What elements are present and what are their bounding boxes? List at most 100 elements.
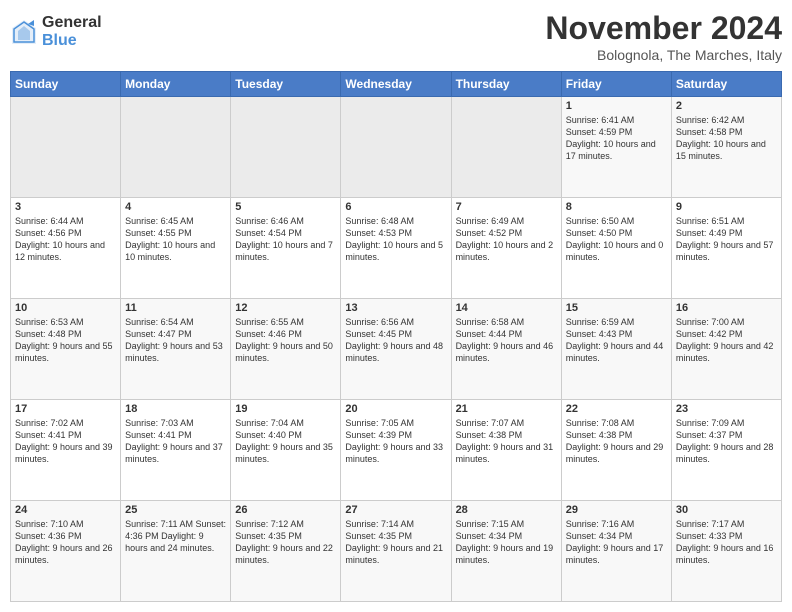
day-number: 19 (235, 403, 336, 415)
calendar-week-2: 10Sunrise: 6:53 AM Sunset: 4:48 PM Dayli… (11, 299, 782, 400)
calendar-cell-4-4: 28Sunrise: 7:15 AM Sunset: 4:34 PM Dayli… (451, 501, 561, 602)
day-info: Sunrise: 7:17 AM Sunset: 4:33 PM Dayligh… (676, 518, 777, 567)
calendar-cell-3-1: 18Sunrise: 7:03 AM Sunset: 4:41 PM Dayli… (121, 400, 231, 501)
calendar-cell-3-5: 22Sunrise: 7:08 AM Sunset: 4:38 PM Dayli… (561, 400, 671, 501)
day-info: Sunrise: 6:50 AM Sunset: 4:50 PM Dayligh… (566, 215, 667, 264)
day-number: 23 (676, 403, 777, 415)
day-number: 13 (345, 302, 446, 314)
day-info: Sunrise: 7:00 AM Sunset: 4:42 PM Dayligh… (676, 316, 777, 365)
calendar-cell-4-5: 29Sunrise: 7:16 AM Sunset: 4:34 PM Dayli… (561, 501, 671, 602)
calendar-cell-1-3: 6Sunrise: 6:48 AM Sunset: 4:53 PM Daylig… (341, 198, 451, 299)
day-number: 8 (566, 201, 667, 213)
logo-general-text: General (42, 14, 102, 32)
day-number: 29 (566, 504, 667, 516)
calendar-cell-4-3: 27 Sunrise: 7:14 AM Sunset: 4:35 PM Dayli… (341, 501, 451, 602)
calendar-cell-4-1: 25 Sunrise: 7:11 AM Sunset: 4:36 PM Dayli… (121, 501, 231, 602)
day-info: Sunrise: 7:05 AM Sunset: 4:39 PM Dayligh… (345, 417, 446, 466)
day-number: 25 (125, 504, 226, 516)
calendar-cell-3-0: 17 Sunrise: 7:02 AM Sunset: 4:41 PM Dayli… (11, 400, 121, 501)
header-monday: Monday (121, 72, 231, 97)
day-info: Sunrise: 7:04 AM Sunset: 4:40 PM Dayligh… (235, 417, 336, 466)
calendar-header: Sunday Monday Tuesday Wednesday Thursday… (11, 72, 782, 97)
calendar-cell-4-6: 30 Sunrise: 7:17 AM Sunset: 4:33 PM Dayli… (671, 501, 781, 602)
location: Bolognola, The Marches, Italy (545, 47, 782, 63)
day-info: Sunrise: 7:02 AM Sunset: 4:41 PM Dayligh… (15, 417, 116, 466)
day-info: Sunrise: 6:55 AM Sunset: 4:46 PM Dayligh… (235, 316, 336, 365)
day-number: 2 (676, 100, 777, 112)
day-number: 9 (676, 201, 777, 213)
calendar-cell-1-4: 7 Sunrise: 6:49 AM Sunset: 4:52 PM Daylig… (451, 198, 561, 299)
day-info: Sunrise: 6:48 AM Sunset: 4:53 PM Dayligh… (345, 215, 446, 264)
calendar-cell-0-1 (121, 97, 231, 198)
day-info: Sunrise: 7:10 AM Sunset: 4:36 PM Dayligh… (15, 518, 116, 567)
day-info: Sunrise: 6:44 AM Sunset: 4:56 PM Dayligh… (15, 215, 116, 264)
day-number: 26 (235, 504, 336, 516)
calendar-cell-1-1: 4 Sunrise: 6:45 AM Sunset: 4:55 PM Daylig… (121, 198, 231, 299)
calendar-cell-0-6: 2 Sunrise: 6:42 AM Sunset: 4:58 PM Daylig… (671, 97, 781, 198)
calendar-cell-2-4: 14Sunrise: 6:58 AM Sunset: 4:44 PM Dayli… (451, 299, 561, 400)
logo: General Blue (10, 14, 102, 49)
day-info: Sunrise: 6:56 AM Sunset: 4:45 PM Dayligh… (345, 316, 446, 365)
day-number: 4 (125, 201, 226, 213)
day-info: Sunrise: 6:58 AM Sunset: 4:44 PM Dayligh… (456, 316, 557, 365)
calendar-table: Sunday Monday Tuesday Wednesday Thursday… (10, 71, 782, 602)
header-friday: Friday (561, 72, 671, 97)
calendar-cell-3-4: 21Sunrise: 7:07 AM Sunset: 4:38 PM Dayli… (451, 400, 561, 501)
day-info: Sunrise: 7:12 AM Sunset: 4:35 PM Dayligh… (235, 518, 336, 567)
day-number: 24 (15, 504, 116, 516)
calendar-cell-1-5: 8 Sunrise: 6:50 AM Sunset: 4:50 PM Daylig… (561, 198, 671, 299)
day-number: 22 (566, 403, 667, 415)
header-wednesday: Wednesday (341, 72, 451, 97)
calendar-cell-2-5: 15Sunrise: 6:59 AM Sunset: 4:43 PM Dayli… (561, 299, 671, 400)
header: General Blue November 2024 Bolognola, Th… (10, 10, 782, 63)
day-number: 20 (345, 403, 446, 415)
day-info: Sunrise: 6:45 AM Sunset: 4:55 PM Dayligh… (125, 215, 226, 264)
calendar-cell-0-2 (231, 97, 341, 198)
day-info: Sunrise: 7:09 AM Sunset: 4:37 PM Dayligh… (676, 417, 777, 466)
day-number: 30 (676, 504, 777, 516)
calendar-cell-2-3: 13 Sunrise: 6:56 AM Sunset: 4:45 PM Dayli… (341, 299, 451, 400)
day-info: Sunrise: 7:03 AM Sunset: 4:41 PM Dayligh… (125, 417, 226, 466)
calendar-cell-3-3: 20 Sunrise: 7:05 AM Sunset: 4:39 PM Dayli… (341, 400, 451, 501)
calendar-week-1: 3 Sunrise: 6:44 AM Sunset: 4:56 PM Daylig… (11, 198, 782, 299)
page: General Blue November 2024 Bolognola, Th… (0, 0, 792, 612)
logo-blue-text: Blue (42, 32, 102, 50)
header-saturday: Saturday (671, 72, 781, 97)
calendar-week-4: 24 Sunrise: 7:10 AM Sunset: 4:36 PM Dayli… (11, 501, 782, 602)
day-number: 3 (15, 201, 116, 213)
calendar-cell-4-0: 24 Sunrise: 7:10 AM Sunset: 4:36 PM Dayli… (11, 501, 121, 602)
day-info: Sunrise: 7:14 AM Sunset: 4:35 PM Dayligh… (345, 518, 446, 567)
calendar-cell-0-0 (11, 97, 121, 198)
calendar-body: 1Sunrise: 6:41 AM Sunset: 4:59 PM Daylig… (11, 97, 782, 602)
calendar-cell-1-0: 3 Sunrise: 6:44 AM Sunset: 4:56 PM Daylig… (11, 198, 121, 299)
day-info: Sunrise: 6:42 AM Sunset: 4:58 PM Dayligh… (676, 114, 777, 163)
title-section: November 2024 Bolognola, The Marches, It… (545, 10, 782, 63)
day-info: Sunrise: 6:49 AM Sunset: 4:52 PM Dayligh… (456, 215, 557, 264)
month-title: November 2024 (545, 10, 782, 47)
calendar-cell-0-3 (341, 97, 451, 198)
calendar-week-0: 1Sunrise: 6:41 AM Sunset: 4:59 PM Daylig… (11, 97, 782, 198)
day-info: Sunrise: 6:59 AM Sunset: 4:43 PM Dayligh… (566, 316, 667, 365)
calendar: Sunday Monday Tuesday Wednesday Thursday… (10, 71, 782, 602)
day-number: 16 (676, 302, 777, 314)
calendar-cell-0-5: 1Sunrise: 6:41 AM Sunset: 4:59 PM Daylig… (561, 97, 671, 198)
day-number: 5 (235, 201, 336, 213)
calendar-cell-2-6: 16 Sunrise: 7:00 AM Sunset: 4:42 PM Dayli… (671, 299, 781, 400)
calendar-cell-1-6: 9 Sunrise: 6:51 AM Sunset: 4:49 PM Daylig… (671, 198, 781, 299)
day-number: 17 (15, 403, 116, 415)
day-number: 1 (566, 100, 667, 112)
day-info: Sunrise: 7:11 AM Sunset: 4:36 PM Dayligh… (125, 518, 226, 554)
calendar-cell-2-0: 10Sunrise: 6:53 AM Sunset: 4:48 PM Dayli… (11, 299, 121, 400)
header-row: Sunday Monday Tuesday Wednesday Thursday… (11, 72, 782, 97)
calendar-cell-2-2: 12Sunrise: 6:55 AM Sunset: 4:46 PM Dayli… (231, 299, 341, 400)
calendar-cell-4-2: 26 Sunrise: 7:12 AM Sunset: 4:35 PM Dayli… (231, 501, 341, 602)
day-number: 7 (456, 201, 557, 213)
logo-icon (10, 18, 38, 46)
header-sunday: Sunday (11, 72, 121, 97)
day-number: 11 (125, 302, 226, 314)
day-info: Sunrise: 6:51 AM Sunset: 4:49 PM Dayligh… (676, 215, 777, 264)
day-number: 21 (456, 403, 557, 415)
day-number: 27 (345, 504, 446, 516)
calendar-cell-1-2: 5Sunrise: 6:46 AM Sunset: 4:54 PM Daylig… (231, 198, 341, 299)
calendar-cell-2-1: 11Sunrise: 6:54 AM Sunset: 4:47 PM Dayli… (121, 299, 231, 400)
